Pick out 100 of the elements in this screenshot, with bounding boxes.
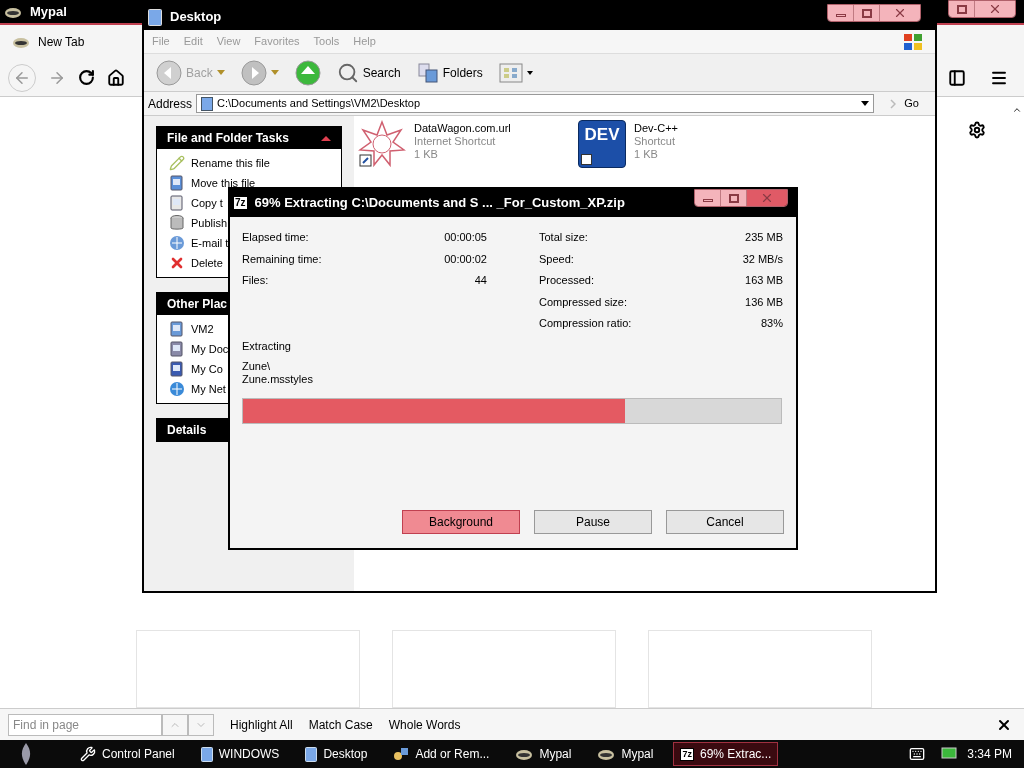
task-link[interactable]: Copy t [191, 194, 223, 212]
folders-button[interactable]: Folders [412, 61, 487, 84]
find-option[interactable]: Match Case [308, 715, 373, 734]
task-link[interactable]: VM2 [191, 320, 214, 338]
minimize-button[interactable] [828, 5, 854, 21]
taskbar-button[interactable]: Add or Rem... [387, 742, 496, 766]
panel-title[interactable]: Details [167, 421, 207, 439]
tile-card[interactable] [392, 630, 616, 708]
clock: 3:34 PM [967, 746, 1012, 763]
maximize-button[interactable] [949, 1, 975, 17]
home-icon[interactable] [107, 68, 125, 87]
tile-card[interactable] [136, 630, 360, 708]
close-button[interactable] [975, 1, 1015, 17]
document-icon [169, 321, 185, 337]
task-link[interactable]: Publish [191, 214, 228, 232]
window-title: Mypal [30, 2, 67, 21]
cylinder-icon [170, 215, 184, 231]
find-option[interactable]: Whole Words [388, 715, 461, 734]
tile-card[interactable] [648, 630, 872, 708]
stat-label: Total size: [539, 230, 588, 245]
dialog-button[interactable]: Pause [534, 510, 652, 534]
taskbar-button[interactable]: WINDOWS [194, 742, 286, 766]
file-path: Zune.msstyles [242, 373, 314, 386]
address-field[interactable]: C:\Documents and Settings\VM2\Desktop [196, 94, 875, 113]
taskbar-button[interactable]: Mypal [591, 742, 660, 766]
task-link[interactable]: My Co [191, 360, 223, 378]
keyboard-icon[interactable] [909, 746, 926, 762]
folders-icon [416, 61, 439, 84]
window-title: 69% Extracting C:\Documents and S ... _For_Custom_XP.zip [254, 194, 625, 213]
file-size: 1 KB [414, 148, 439, 161]
stat-value: 136 MB [745, 294, 783, 310]
stat-label: Speed: [539, 251, 574, 267]
flag-logo-icon [903, 32, 923, 51]
stat-value: 163 MB [745, 273, 783, 288]
caret-icon [270, 70, 279, 75]
dialog-button[interactable]: Cancel [666, 510, 784, 534]
find-field[interactable]: Find in page [8, 713, 162, 736]
star-shortcut-icon [358, 120, 406, 168]
task-link[interactable]: My Net [191, 380, 226, 398]
file-size: 1 KB [634, 148, 659, 161]
go-button[interactable]: Go [878, 95, 931, 112]
find-option[interactable]: Highlight All [230, 715, 293, 734]
stat-label: Elapsed time: [242, 230, 309, 245]
task-link[interactable]: My Doc [191, 340, 229, 358]
window-title: Desktop [170, 8, 222, 27]
taskbar-button[interactable]: Control Panel [74, 742, 181, 766]
stat-value: 44 [474, 273, 487, 288]
stat-value: 83% [760, 316, 783, 331]
stat-label: Processed: [539, 273, 595, 288]
close-icon [893, 6, 907, 20]
logo-text: DEV [584, 124, 620, 146]
taskbar-button[interactable]: Mypal [509, 742, 578, 766]
stat-label: Compression ratio: [539, 316, 632, 331]
scroll-up-icon[interactable] [1012, 105, 1022, 115]
address-label: Address [148, 95, 193, 113]
collapse-icon[interactable] [321, 135, 331, 141]
file-name: Dev-C++ [634, 122, 679, 135]
reload-icon[interactable] [78, 69, 95, 86]
maximize-button[interactable] [854, 5, 880, 21]
close-icon [760, 191, 774, 205]
settings-icon[interactable] [968, 121, 986, 139]
views-icon [498, 62, 523, 83]
search-icon [336, 61, 359, 84]
taskbar-button[interactable]: 7z 69% Extrac... [673, 742, 779, 766]
dropdown-icon[interactable] [861, 101, 870, 106]
document-icon [148, 8, 162, 26]
dialog-button[interactable]: Background [402, 510, 520, 534]
file-path: Zune\ [242, 360, 272, 373]
task-link[interactable]: E-mail t [191, 234, 229, 252]
caret-icon [216, 70, 225, 75]
document-icon [305, 746, 318, 762]
file-type: Internet Shortcut [414, 135, 497, 148]
document-icon [201, 96, 214, 111]
pencil-icon [169, 155, 185, 171]
stat-label: Files: [242, 273, 269, 288]
status-text: Extracting [242, 338, 292, 354]
archive-icon: 7z [680, 747, 694, 761]
file-name: DataWagon.com.url [414, 122, 511, 135]
stat-value: 32 MB/s [742, 251, 783, 267]
caret-icon [526, 70, 533, 75]
stat-value: 00:00:02 [444, 251, 487, 267]
task-link[interactable]: Rename this file [191, 154, 270, 172]
browser-tab[interactable]: New Tab [8, 33, 89, 51]
minimize-button[interactable] [695, 190, 721, 206]
taskbar-button[interactable]: Desktop [299, 742, 374, 766]
stat-value: 235 MB [745, 230, 783, 245]
stat-label: Compressed size: [539, 294, 628, 310]
stat-label: Remaining time: [242, 251, 322, 267]
boxes-icon [393, 746, 410, 762]
file-type: Shortcut [634, 135, 676, 148]
pages-icon [169, 195, 185, 211]
sidebar-icon[interactable] [948, 68, 966, 87]
stat-value: 00:00:05 [444, 230, 487, 245]
maximize-button[interactable] [721, 190, 747, 206]
document-icon [200, 746, 213, 762]
search-button[interactable]: Search [332, 61, 405, 84]
task-link[interactable]: Move this file [191, 174, 256, 192]
close-button[interactable] [880, 5, 920, 21]
close-icon [988, 2, 1002, 16]
task-link[interactable]: Delete [191, 254, 223, 272]
